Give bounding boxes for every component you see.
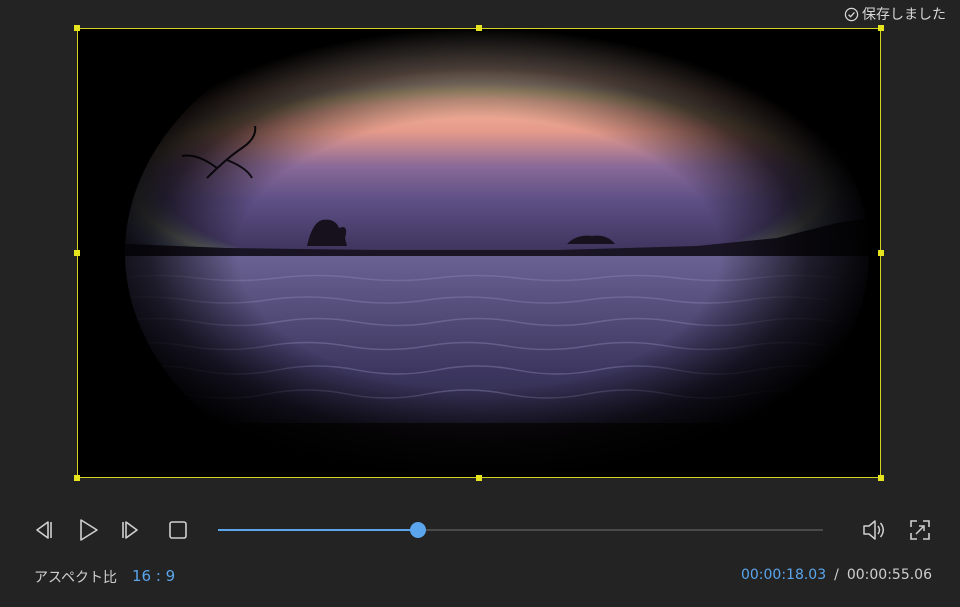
saved-status: 保存しました [844,4,946,24]
check-circle-icon [844,7,859,21]
seek-slider[interactable] [218,522,823,538]
speaker-icon [863,520,884,540]
resize-handle-tc[interactable] [476,25,482,31]
time-separator: / [834,567,839,583]
resize-handle-ml[interactable] [74,250,80,256]
seek-handle[interactable] [409,522,426,538]
fullscreen-button[interactable] [906,516,934,544]
volume-button[interactable] [860,516,888,544]
resize-handle-mr[interactable] [878,250,884,256]
next-frame-button[interactable] [118,516,146,544]
stop-button[interactable] [164,516,192,544]
play-icon [80,519,98,541]
video-frame-image [77,28,881,478]
seek-progress [218,529,418,531]
fullscreen-icon [910,520,930,540]
aspect-ratio-value[interactable]: 16 : 9 [132,567,175,585]
step-forward-icon [122,521,138,539]
timecode: 00:00:18.03 / 00:00:55.06 [741,567,932,583]
prev-frame-button[interactable] [28,516,56,544]
total-time: 00:00:55.06 [846,567,932,583]
video-preview[interactable] [77,28,881,478]
info-bar: アスペクト比 16 : 9 00:00:18.03 / 00:00:55.06 [0,562,960,590]
resize-handle-tl[interactable] [74,25,80,31]
resize-handle-tr[interactable] [878,25,884,31]
stop-icon [169,521,187,539]
saved-text: 保存しました [862,7,946,23]
current-time: 00:00:18.03 [740,567,827,583]
aspect-ratio-label: アスペクト比 [34,570,118,586]
resize-handle-br[interactable] [878,475,884,481]
resize-handle-bc[interactable] [476,475,482,481]
play-button[interactable] [74,516,102,544]
step-back-icon [36,521,52,539]
playback-controls [0,510,960,550]
resize-handle-bl[interactable] [74,475,80,481]
